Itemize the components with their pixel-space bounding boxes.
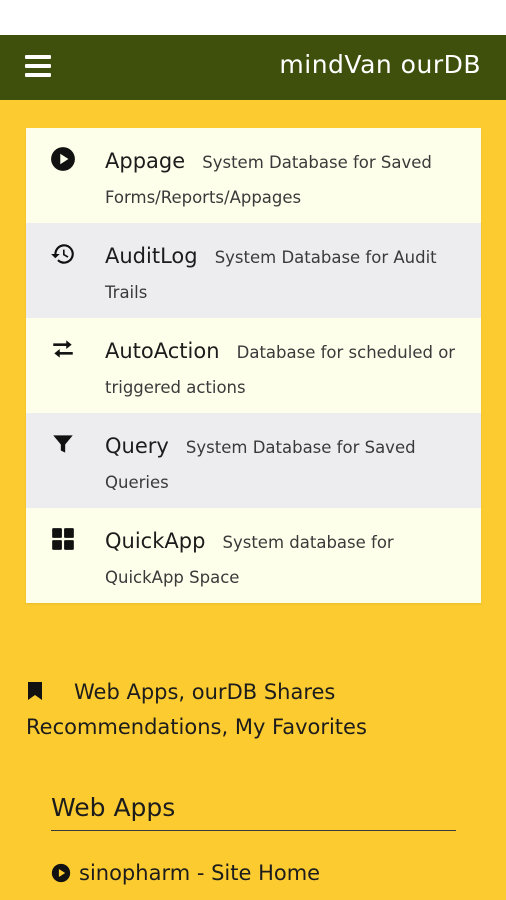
database-item-autoaction[interactable]: AutoAction Database for scheduled or tri… bbox=[26, 318, 481, 413]
swap-arrows-icon bbox=[53, 340, 73, 358]
status-bar bbox=[0, 0, 506, 35]
play-circle-icon bbox=[51, 147, 75, 171]
main-content: Appage System Database for Saved Forms/R… bbox=[0, 100, 506, 900]
database-name: Query bbox=[105, 434, 169, 458]
database-name: Appage bbox=[105, 149, 186, 173]
bookmark-icon bbox=[28, 682, 42, 700]
history-icon bbox=[51, 244, 74, 264]
database-item-quickapp[interactable]: QuickApp System database for QuickApp Sp… bbox=[26, 508, 481, 603]
web-app-label: sinopharm - Site Home bbox=[79, 861, 321, 885]
shares-section[interactable]: Web Apps, ourDB Shares Recommendations, … bbox=[26, 675, 486, 745]
database-item-query[interactable]: Query System Database for Saved Queries bbox=[26, 413, 481, 508]
app-title: mindVan ourDB bbox=[279, 50, 481, 79]
app-bar: mindVan ourDB bbox=[0, 35, 506, 100]
database-name: QuickApp bbox=[105, 529, 206, 553]
web-app-link[interactable]: sinopharm - Site Home bbox=[51, 858, 320, 888]
web-apps-heading: Web Apps bbox=[51, 790, 456, 831]
database-name: AutoAction bbox=[105, 339, 220, 363]
database-name: AuditLog bbox=[105, 244, 198, 268]
grid-icon bbox=[52, 528, 74, 550]
database-list: Appage System Database for Saved Forms/R… bbox=[26, 128, 481, 603]
hamburger-menu-icon[interactable] bbox=[25, 55, 51, 77]
filter-icon bbox=[53, 435, 73, 453]
play-circle-icon bbox=[51, 863, 71, 883]
shares-text: Web Apps, ourDB Shares Recommendations, … bbox=[26, 680, 367, 739]
database-item-auditlog[interactable]: AuditLog System Database for Audit Trail… bbox=[26, 223, 481, 318]
database-item-appage[interactable]: Appage System Database for Saved Forms/R… bbox=[26, 128, 481, 223]
